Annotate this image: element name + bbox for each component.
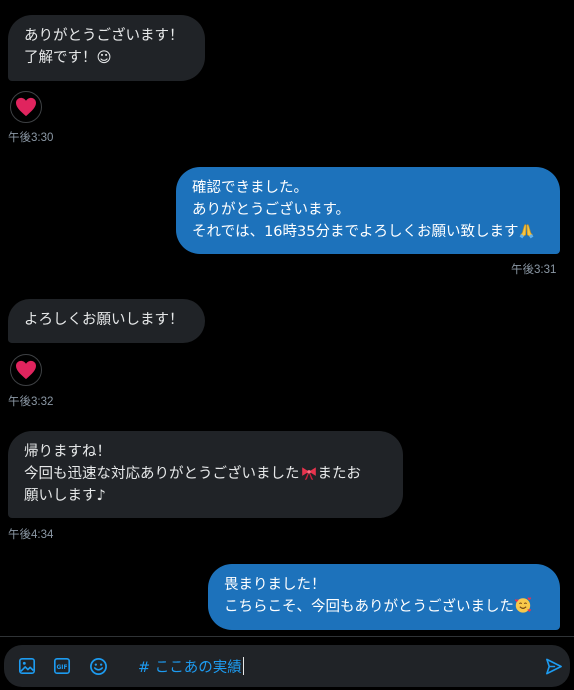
message-line: 確認できました。 (192, 180, 308, 196)
image-button[interactable] (14, 653, 40, 679)
send-button[interactable] (540, 653, 566, 679)
gif-icon: GIF (53, 657, 71, 675)
message-input-text: # ここあの実績 (138, 660, 242, 676)
message-text: またお (317, 466, 362, 482)
message-line: 願いします♪ (24, 488, 106, 504)
text-caret (242, 657, 244, 675)
message-line: よろしくお願いします！ (24, 312, 184, 328)
message-text: 今回も迅速な対応ありがとうございました (24, 466, 300, 482)
message-line: 了解です！☺ (24, 50, 112, 66)
message-line-with-emoji: こちらこそ、今回もありがとうございました (224, 596, 544, 618)
message-bubble-received[interactable]: よろしくお願いします！ (8, 299, 205, 343)
svg-text:GIF: GIF (57, 665, 68, 671)
message-timestamp: 午後3:30 (8, 132, 54, 144)
gif-button[interactable]: GIF (49, 653, 75, 679)
message-text: こちらこそ、今回もありがとうございました (224, 599, 514, 615)
message-text: それでは、16時35分までよろしくお願い致します (192, 224, 519, 240)
message-line: ありがとうございます！ (24, 28, 184, 44)
image-icon (18, 657, 36, 675)
smiling-face-with-hearts-icon (514, 597, 532, 613)
composer-box: GIF # ここあの実績 (4, 645, 570, 687)
message-timestamp: 午後3:32 (8, 396, 54, 408)
heart-icon (16, 360, 36, 380)
ribbon-icon (301, 467, 316, 481)
folded-hands-icon (520, 224, 534, 239)
message-line: 畏まりました！ (224, 577, 326, 593)
emoji-icon (89, 657, 107, 675)
message-line: 帰りますね！ (24, 444, 111, 460)
emoji-button[interactable] (85, 653, 111, 679)
send-icon (545, 658, 562, 674)
heart-reaction[interactable] (10, 354, 42, 386)
message-bubble-sent[interactable]: 畏まりました！ こちらこそ、今回もありがとうございました (208, 564, 560, 630)
message-line-with-emoji: それでは、16時35分までよろしくお願い致します (192, 221, 544, 243)
message-input[interactable]: # ここあの実績 (138, 656, 244, 677)
heart-icon (16, 97, 36, 117)
message-bubble-sent[interactable]: 確認できました。 ありがとうございます。 それでは、16時35分までよろしくお願… (176, 167, 560, 254)
message-bubble-received[interactable]: ありがとうございます！ 了解です！☺ (8, 15, 205, 81)
heart-reaction[interactable] (10, 91, 42, 123)
message-thread: ありがとうございます！ 了解です！☺ 午後3:30 確認できました。 ありがとう… (0, 0, 574, 636)
message-bubble-received[interactable]: 帰りますね！ 今回も迅速な対応ありがとうございました またお 願いします♪ (8, 431, 403, 518)
message-composer: GIF # ここあの実績 (0, 636, 574, 690)
message-timestamp: 午後4:34 (8, 529, 54, 541)
message-timestamp: 午後3:31 (511, 264, 557, 276)
message-line-with-emoji: 今回も迅速な対応ありがとうございました またお (24, 463, 387, 485)
message-line: ありがとうございます。 (192, 202, 351, 218)
